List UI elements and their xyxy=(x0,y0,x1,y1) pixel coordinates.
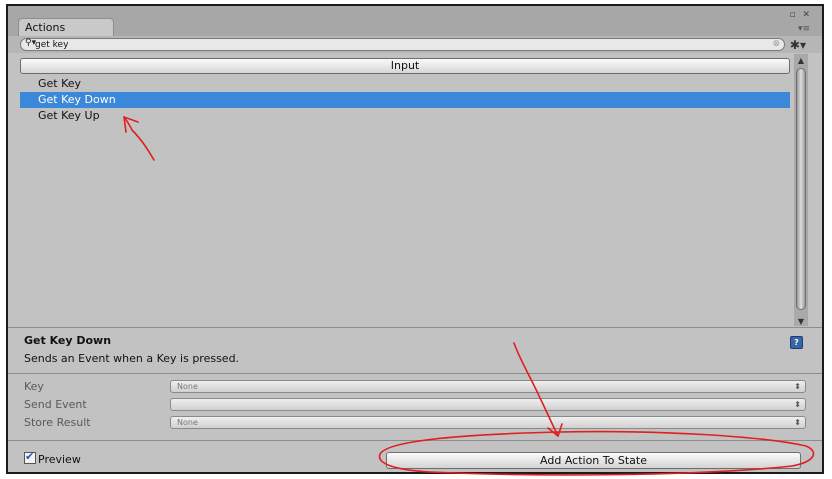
preview-label: Preview xyxy=(38,453,81,466)
scroll-down-icon[interactable]: ▼ xyxy=(794,317,808,326)
window-buttons[interactable]: ▫ ✕ xyxy=(789,10,812,20)
tab-actions[interactable]: Actions xyxy=(18,18,114,36)
param-label-key: Key xyxy=(24,380,44,393)
action-description: Sends an Event when a Key is pressed. xyxy=(24,352,240,365)
param-label-send-event: Send Event xyxy=(24,398,87,411)
search-input[interactable] xyxy=(35,39,735,50)
param-value: None xyxy=(177,418,198,427)
param-value: None xyxy=(177,382,198,391)
search-row: ⚲▾ ⊗ xyxy=(8,36,822,53)
dropdown-arrow-icon: ⬍ xyxy=(794,400,801,409)
scrollbar[interactable]: ▲ ▼ xyxy=(794,54,808,326)
check-icon: ✔ xyxy=(25,450,35,463)
panel-menu-icon[interactable]: ▾≡ xyxy=(798,24,810,34)
list-item[interactable]: Get Key Up xyxy=(20,108,790,124)
category-header-input[interactable]: Input xyxy=(20,58,790,74)
preview-checkbox[interactable]: ✔ xyxy=(24,450,36,464)
search-field[interactable]: ⚲▾ ⊗ xyxy=(20,38,785,51)
preview-toggle[interactable]: ✔ Preview xyxy=(24,450,81,466)
divider xyxy=(8,373,822,374)
clear-icon[interactable]: ⊗ xyxy=(772,39,780,49)
scroll-up-icon[interactable]: ▲ xyxy=(794,56,808,65)
dropdown-arrow-icon: ⬍ xyxy=(794,418,801,427)
scrollbar-thumb[interactable] xyxy=(796,68,806,310)
list-item[interactable]: Get Key xyxy=(20,76,790,92)
action-title: Get Key Down xyxy=(24,334,112,347)
dropdown-arrow-icon: ⬍ xyxy=(794,382,801,391)
param-field-store-result[interactable]: None ⬍ xyxy=(170,416,806,429)
action-list: Get Key Get Key Down Get Key Up xyxy=(20,76,790,324)
param-label-store-result: Store Result xyxy=(24,416,91,429)
gear-icon[interactable]: ✱▾ xyxy=(790,38,806,52)
tab-strip: Actions ▫ ✕ ▾≡ xyxy=(8,6,822,37)
help-icon[interactable]: ? xyxy=(790,336,803,349)
param-field-key[interactable]: None ⬍ xyxy=(170,380,806,393)
divider xyxy=(8,440,822,441)
actions-window: Actions ▫ ✕ ▾≡ ⚲▾ ⊗ ✱▾ Input Get Key Get… xyxy=(6,4,824,474)
divider xyxy=(8,327,822,328)
param-field-send-event[interactable]: ⬍ xyxy=(170,398,806,411)
list-item-selected[interactable]: Get Key Down xyxy=(20,92,790,108)
add-action-button[interactable]: Add Action To State xyxy=(386,452,801,469)
